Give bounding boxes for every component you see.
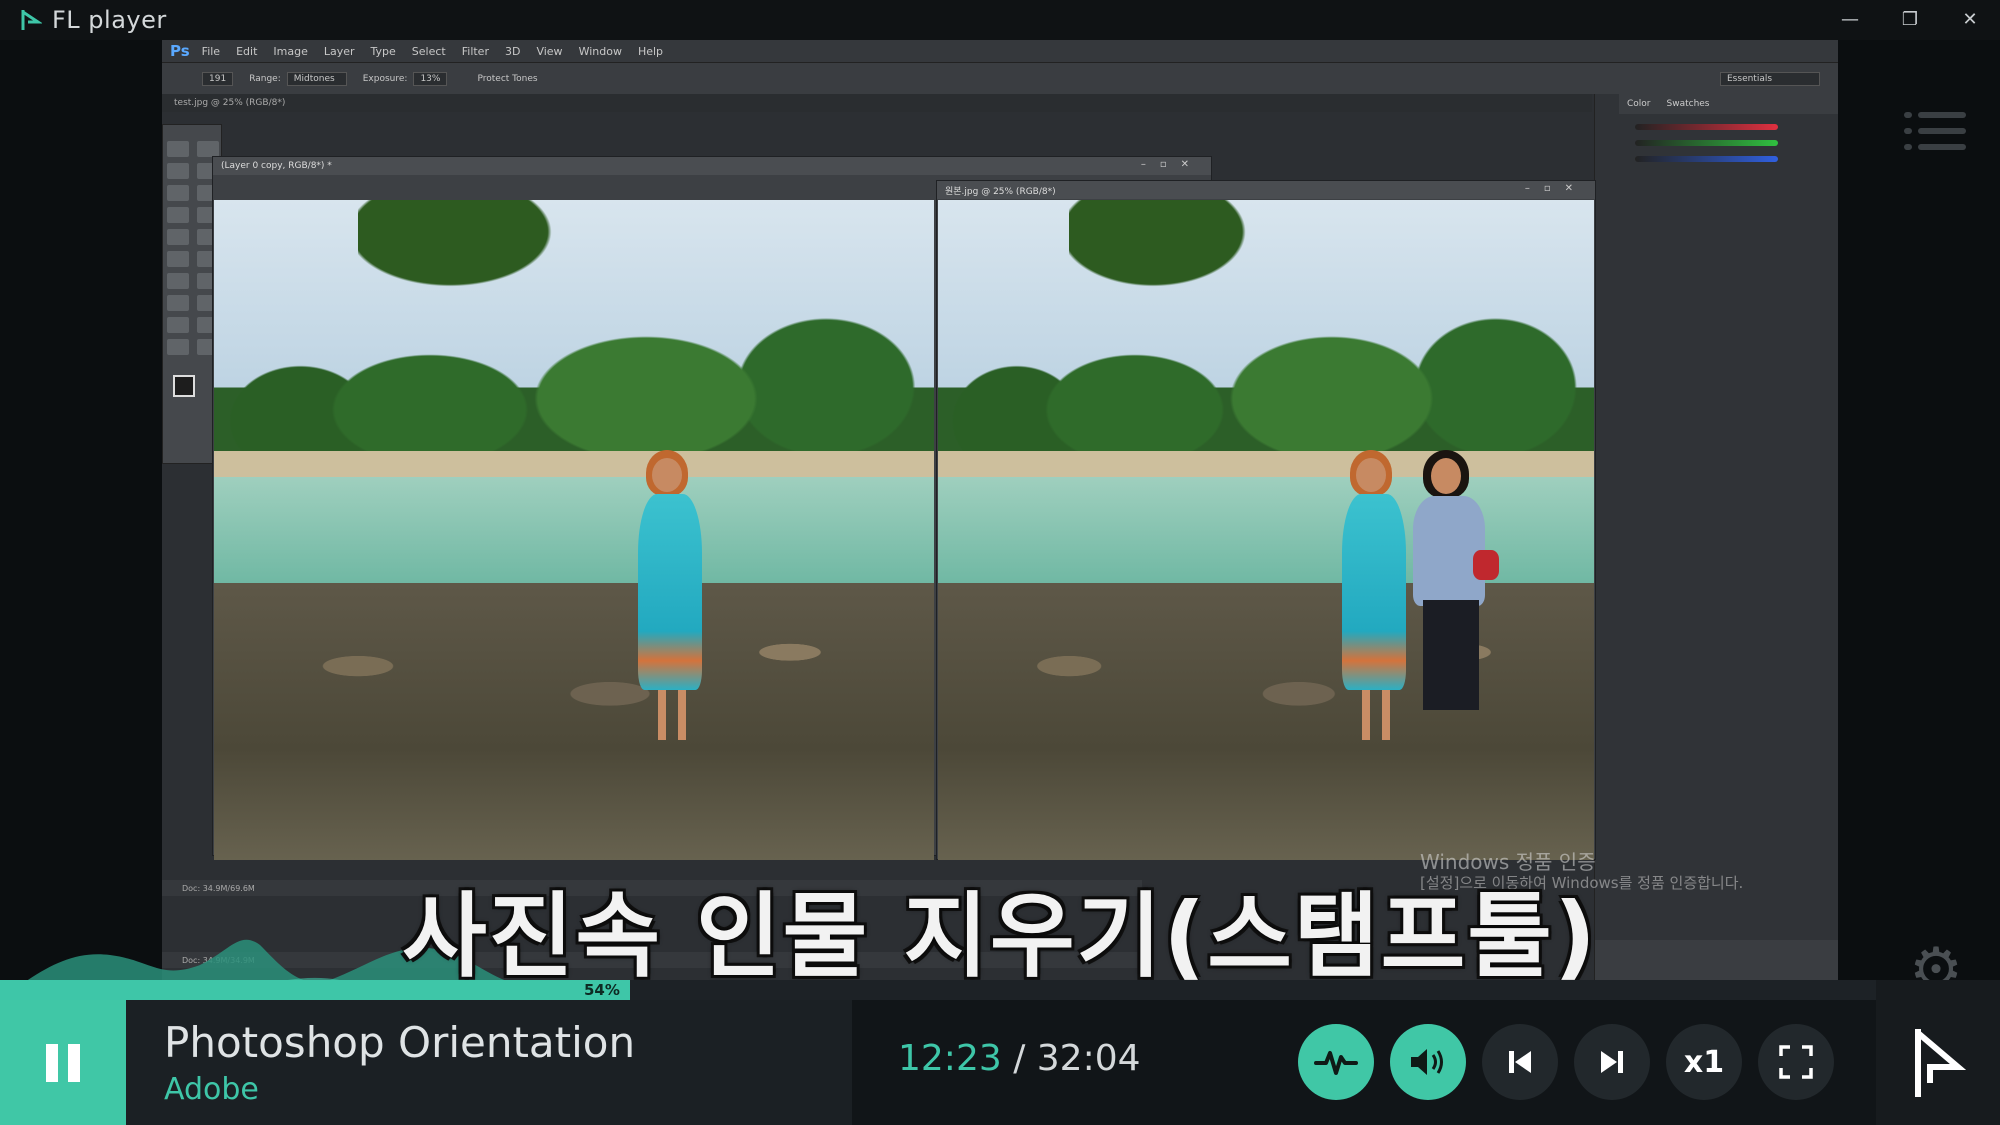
ps-menu-layer: Layer [323,44,355,58]
fl-brand-logo-icon [1915,1028,1966,1097]
photo-right [938,200,1594,860]
minimize-button[interactable]: — [1820,0,1880,38]
progress-percent: 54% [584,981,620,999]
pause-icon [46,1043,58,1082]
fl-player-logo-icon [21,10,42,30]
ps-panels: Color Swatches [1594,94,1838,980]
video-subtitle: 사진속 인물 지우기(스탬프툴) [402,883,1598,980]
progress-fill [0,980,630,1000]
ps-slider-g [1635,140,1778,146]
ps-workspace: Essentials [1720,71,1820,86]
time-display: 12:23 / 32:04 [898,1038,1141,1079]
restore-button[interactable]: ❐ [1880,0,1940,38]
waveform-icon [1314,1051,1358,1075]
ps-menu-edit: Edit [236,44,258,58]
ps-panel-tab-color: Color [1627,99,1651,109]
track-info: Photoshop Orientation Adobe [126,1000,852,1125]
pause-button[interactable] [0,1000,126,1125]
ps-slider-r [1635,124,1778,130]
ps-tool-heal-icon [167,207,189,223]
close-button[interactable]: ✕ [1940,0,2000,38]
ps-menu-help: Help [637,44,664,58]
pause-icon-bar [68,1043,80,1082]
next-icon [1601,1051,1623,1073]
ps-exposure-value: 13% [413,71,448,86]
waveform-button[interactable] [1298,1024,1374,1100]
track-artist: Adobe [164,1072,259,1107]
ps-protect-tones: Protect Tones [477,73,538,84]
ps-doc-right-title: 원본.jpg @ 25% (RGB/8*) [945,186,1056,197]
progress-bar[interactable]: 54% [0,980,1876,1000]
ps-menubar: Ps File Edit Image Layer Type Select Fil… [162,40,1838,62]
ps-slider-b [1635,156,1778,162]
ps-tool-pen-icon [167,295,189,311]
ps-tool-hand-icon [167,339,189,355]
ps-doc-right-controls: –▫✕ [1524,183,1587,194]
brand-logo [1876,1000,2000,1125]
video-frame[interactable]: Ps File Edit Image Layer Type Select Fil… [0,40,2000,980]
ps-menu-window: Window [578,44,622,58]
ps-document-tab: test.jpg @ 25% (RGB/8*) [162,94,1592,112]
ps-tool-path-icon [167,317,189,333]
ps-menu-type: Type [370,44,396,58]
ps-menu-3d: 3D [504,44,521,58]
title-bar: FL player — ❐ ✕ [0,0,2000,40]
ps-color-swatch [173,375,195,397]
ps-menu-filter: Filter [461,44,489,58]
previous-button[interactable] [1482,1024,1558,1100]
ps-tool-blur-icon [167,273,189,289]
ps-tool-stamp-icon [167,229,189,245]
ps-exposure-label: Exposure: [362,73,408,84]
ps-doc-left-controls: –▫✕ [1140,159,1203,170]
time-separator: / [1001,1038,1037,1079]
photoshop-screen: Ps File Edit Image Layer Type Select Fil… [162,40,1838,980]
ps-tool-crop-icon [167,185,189,201]
volume-icon [1411,1049,1443,1075]
current-time: 12:23 [898,1038,1002,1079]
fullscreen-icon [1779,1045,1813,1079]
ps-tool-marquee-icon [167,141,189,157]
ps-tool-move-icon [197,141,219,157]
ps-doc-left-title: (Layer 0 copy, RGB/8*) * [221,161,332,171]
ps-options-bar: 191 Range: Midtones Exposure: 13% Protec… [162,62,1838,94]
next-button[interactable] [1574,1024,1650,1100]
ps-tool-lasso-icon [167,163,189,179]
app-title: FL player [52,6,167,34]
volume-button[interactable] [1390,1024,1466,1100]
playlist-menu-icon[interactable] [1904,106,1966,156]
window-controls: — ❐ ✕ [1820,0,2000,38]
track-title: Photoshop Orientation [164,1018,636,1067]
photo-left [214,200,934,860]
fullscreen-button[interactable] [1758,1024,1834,1100]
ps-range-select: Midtones [286,71,347,86]
ps-brush-size: 191 [202,71,234,86]
speed-button[interactable]: x1 [1666,1024,1742,1100]
ps-menu-file: File [201,44,221,58]
ps-menu-select: Select [411,44,446,58]
settings-gear-icon[interactable]: ⚙ [1906,940,1966,980]
ps-menu-view: View [536,44,563,58]
control-bar: Photoshop Orientation Adobe 12:23 / 32:0… [0,1000,2000,1125]
ps-range-label: Range: [249,73,281,84]
brand-strip [1876,980,2000,1000]
ps-tool-eraser-icon [167,251,189,267]
total-time: 32:04 [1036,1038,1141,1079]
ps-panel-tab-swatches: Swatches [1666,99,1710,109]
ps-menu-image: Image [273,44,308,58]
previous-icon [1509,1051,1531,1073]
ps-logo: Ps [170,42,190,60]
